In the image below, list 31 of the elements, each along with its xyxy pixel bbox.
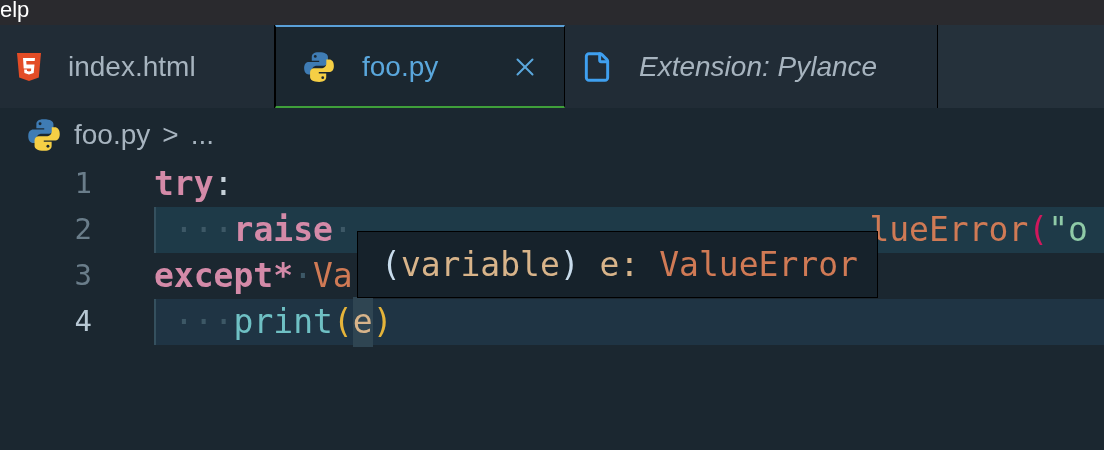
line-number: 3 xyxy=(73,257,92,295)
code-token: · xyxy=(293,255,313,298)
line-number: 4 xyxy=(73,303,92,341)
line-number: 2 xyxy=(73,211,92,249)
code-token: : xyxy=(213,163,234,206)
code-token: "o xyxy=(1048,209,1088,252)
code-token: ( xyxy=(332,301,353,344)
code-token: Va xyxy=(312,255,353,298)
code-token: e xyxy=(352,297,373,347)
code-token: ) xyxy=(372,301,393,344)
python-icon xyxy=(26,116,62,153)
code-token: try xyxy=(154,163,214,206)
line-number: 1 xyxy=(73,165,92,203)
html-icon xyxy=(16,51,42,82)
breadcrumb-ellipsis[interactable]: ... xyxy=(190,113,214,156)
hover-text: (variable) e: ValueError xyxy=(381,243,858,286)
code-token: ( xyxy=(1028,209,1049,252)
code-token: print xyxy=(233,301,333,344)
code-token: except* xyxy=(154,255,294,298)
breadcrumb-separator: > xyxy=(162,117,179,152)
breadcrumb-file[interactable]: foo.py xyxy=(74,113,151,156)
code-token: · xyxy=(332,209,353,252)
editor-tab[interactable]: foo.py xyxy=(275,25,565,108)
editor-tab[interactable]: Extension: Pylance xyxy=(565,25,939,108)
code-token: lueError xyxy=(869,209,1029,252)
python-icon xyxy=(302,49,336,84)
code-token: raise xyxy=(233,209,333,252)
code-token: ··· xyxy=(174,209,234,252)
code-token: ··· xyxy=(174,301,234,344)
menu-item[interactable]: elp xyxy=(0,0,30,21)
editor-tab[interactable]: index.html xyxy=(0,25,275,108)
